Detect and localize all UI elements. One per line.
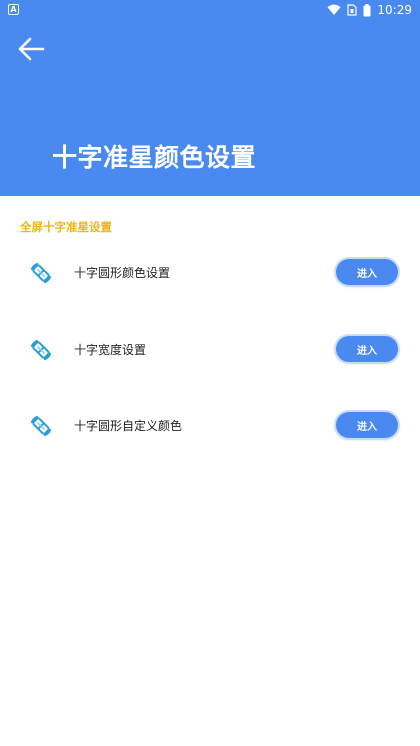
crosshair-settings-icon — [30, 262, 52, 284]
page-title: 十字准星颜色设置 — [52, 143, 257, 172]
back-button[interactable] — [14, 34, 48, 64]
list-item: 十字圆形颜色设置 进入 — [0, 252, 420, 292]
item-label: 十字圆形颜色设置 — [74, 266, 171, 280]
crosshair-settings-icon — [30, 339, 52, 361]
crosshair-settings-icon — [30, 415, 52, 437]
app-header: A 10:29 十字准星颜色设置 — [0, 0, 420, 196]
status-bar: A 10:29 — [0, 0, 420, 22]
status-time: 10:29 — [377, 3, 412, 17]
battery-icon — [363, 3, 371, 16]
app-indicator-icon: A — [8, 4, 19, 15]
enter-button[interactable]: 进入 — [336, 259, 398, 285]
list-item: 十字宽度设置 进入 — [0, 329, 420, 369]
sim-icon — [347, 4, 358, 16]
section-label: 全屏十字准星设置 — [20, 220, 112, 234]
status-right-group: 10:29 — [327, 2, 412, 18]
arrow-left-icon — [18, 37, 45, 61]
item-label: 十字宽度设置 — [74, 343, 147, 357]
wifi-icon — [327, 4, 341, 15]
enter-button[interactable]: 进入 — [336, 336, 398, 362]
enter-button[interactable]: 进入 — [336, 412, 398, 438]
list-item: 十字圆形自定义颜色 进入 — [0, 405, 420, 445]
item-label: 十字圆形自定义颜色 — [74, 419, 183, 433]
